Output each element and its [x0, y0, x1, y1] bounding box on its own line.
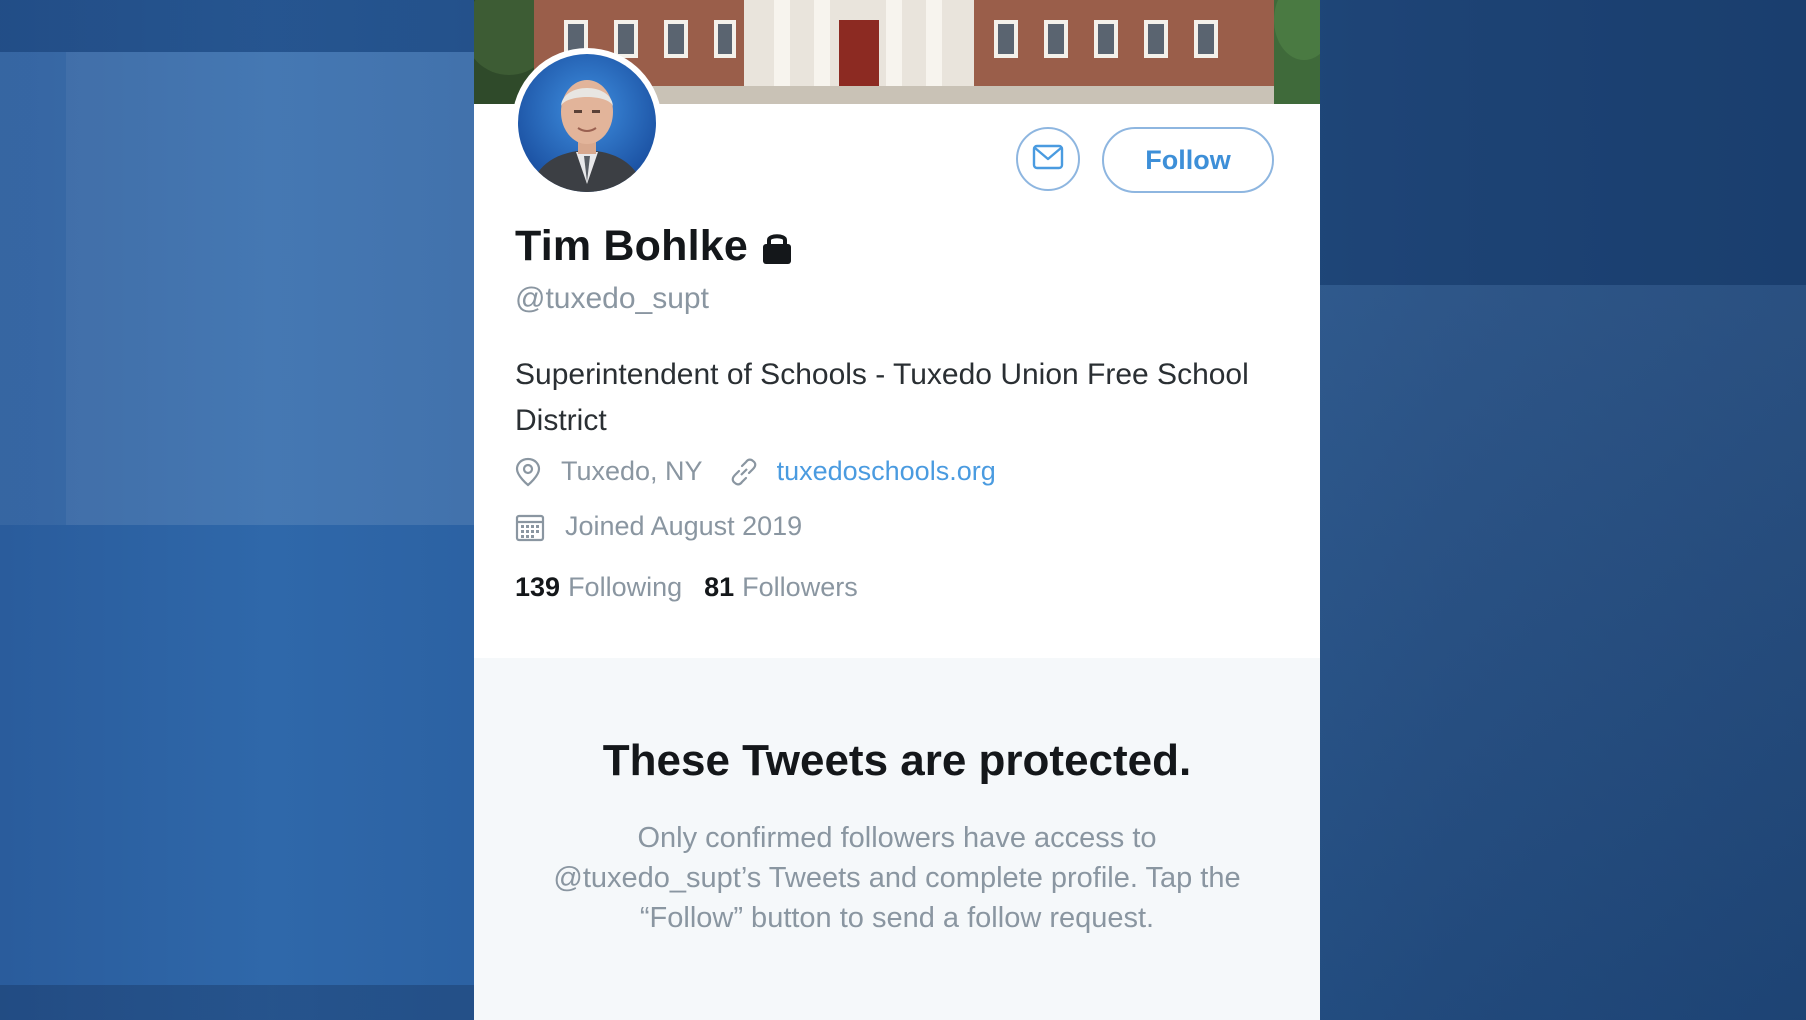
followers-stat[interactable]: 81 Followers [704, 572, 858, 603]
protected-title: These Tweets are protected. [602, 736, 1192, 785]
location-pin-icon [515, 457, 551, 487]
message-button[interactable] [1016, 127, 1080, 191]
website-item[interactable]: tuxedoschools.org [729, 456, 996, 487]
protected-message: Only confirmed followers have access to … [553, 822, 1241, 934]
background-right-panel [1320, 0, 1806, 285]
website-link[interactable]: tuxedoschools.org [777, 456, 996, 487]
follow-button-label: Follow [1145, 144, 1231, 175]
meta-row-location: Tuxedo, NY tuxedoschools.org [515, 456, 1022, 487]
location-item: Tuxedo, NY [515, 456, 703, 487]
handle: @tuxedo_supt [515, 282, 709, 315]
joined-item: Joined August 2019 [515, 511, 802, 542]
avatar[interactable] [512, 48, 662, 198]
location-text: Tuxedo, NY [561, 456, 703, 486]
background-left-inner [66, 52, 474, 525]
background-right-lower [1320, 285, 1806, 1020]
following-label: Following [568, 572, 683, 602]
name-row: Tim Bohlke [515, 222, 794, 271]
display-name: Tim Bohlke [515, 222, 748, 270]
mail-icon [1032, 144, 1064, 175]
meta-row-joined: Joined August 2019 [515, 511, 828, 542]
followers-label: Followers [742, 572, 858, 602]
joined-text: Joined August 2019 [565, 511, 803, 541]
bio: Superintendent of Schools - Tuxedo Union… [515, 358, 1249, 437]
calendar-icon [515, 512, 555, 542]
link-icon [729, 457, 769, 487]
following-stat[interactable]: 139 Following [515, 572, 682, 603]
follow-button[interactable]: Follow [1102, 127, 1274, 193]
stats-row: 139 Following 81 Followers [515, 572, 880, 603]
following-count: 139 [515, 572, 561, 602]
profile-screen: Follow Tim Bohlke @tuxedo_supt Superinte… [474, 0, 1320, 1020]
protected-notice: These Tweets are protected. Only confirm… [474, 658, 1320, 1020]
followers-count: 81 [704, 572, 735, 602]
background-left-panel [0, 0, 474, 1020]
lock-icon [760, 230, 794, 266]
